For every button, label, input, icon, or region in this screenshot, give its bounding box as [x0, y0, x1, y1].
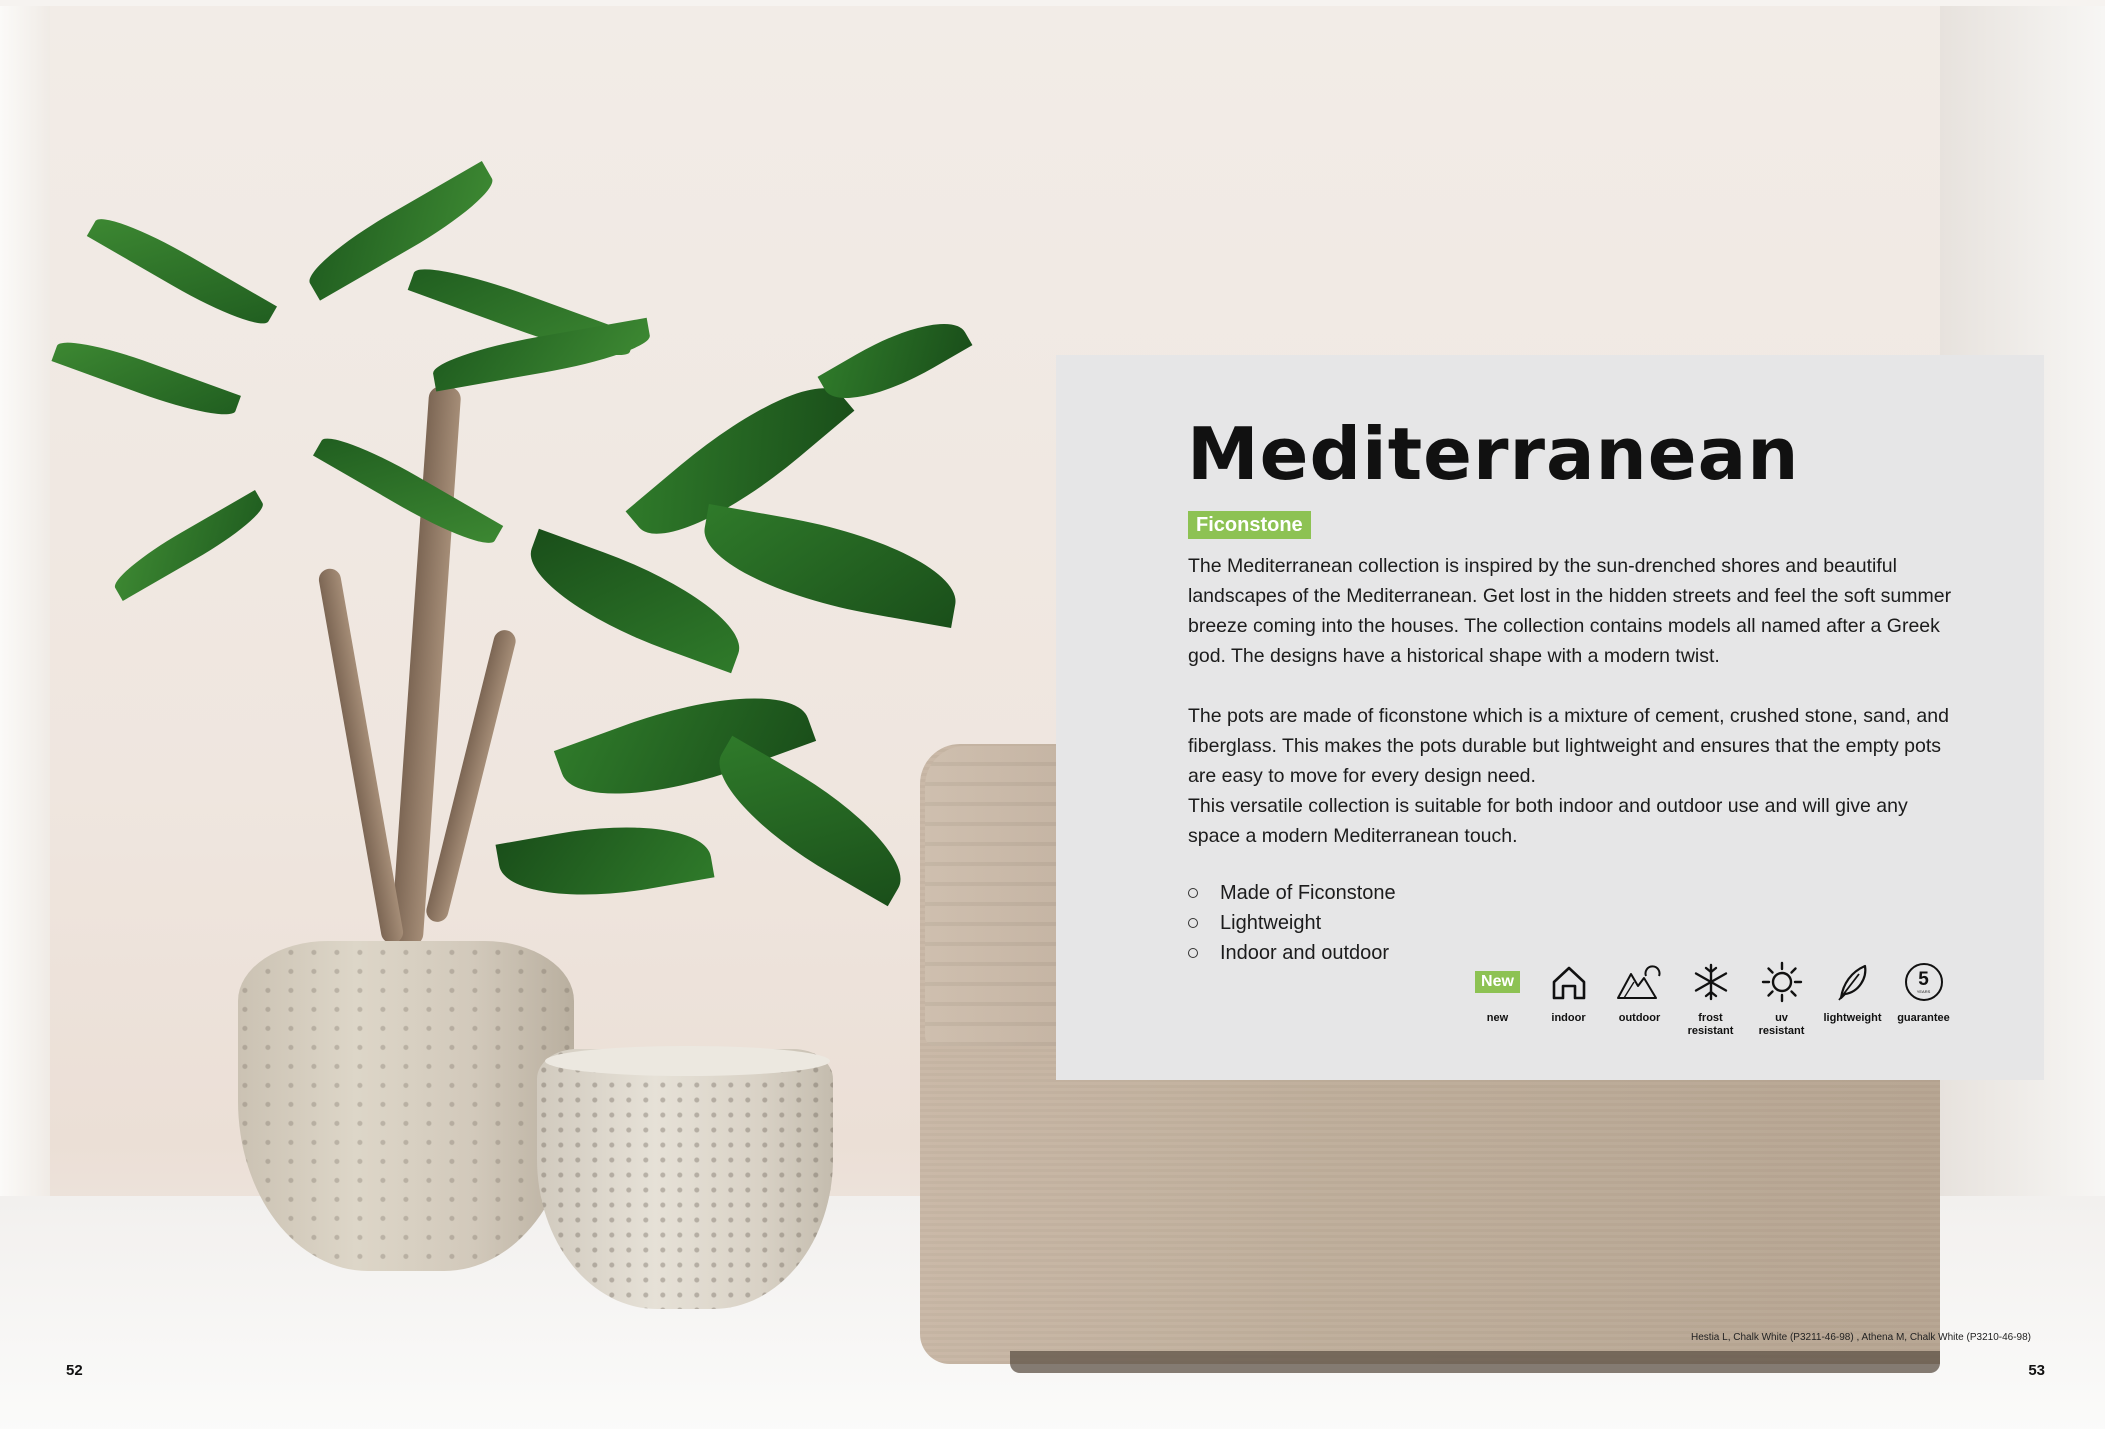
house-icon: [1549, 958, 1589, 1006]
feature-indoor: indoor: [1533, 958, 1604, 1038]
plant-frond: [51, 330, 241, 426]
bullet-icon: [1188, 918, 1198, 928]
list-item-label: Lightweight: [1220, 912, 1322, 934]
list-item: Indoor and outdoor: [1188, 938, 1396, 968]
mountain-sun-icon: [1616, 958, 1664, 1006]
bullet-icon: [1188, 888, 1198, 898]
pot-large: [238, 941, 574, 1271]
material-text: The pots are made of ficonstone which is…: [1188, 705, 1949, 787]
feature-label: new: [1486, 1012, 1509, 1024]
feature-uv-resistant: uv resistant: [1746, 958, 1817, 1038]
plant-leaf: [697, 735, 923, 907]
material-paragraph: The pots are made of ficonstone which is…: [1188, 701, 1958, 851]
photo-caption: Hestia L, Chalk White (P3211-46-98) , At…: [1691, 1332, 2031, 1343]
guarantee-number: 5: [1918, 969, 1929, 990]
plant-trunk: [317, 566, 405, 946]
feature-outdoor: outdoor: [1604, 958, 1675, 1038]
list-item: Made of Ficonstone: [1188, 878, 1396, 908]
page-number-left: 52: [66, 1362, 83, 1379]
sofa-shadow: [1010, 1351, 1940, 1373]
plant-leaf: [695, 504, 965, 628]
list-item: Lightweight: [1188, 908, 1396, 938]
page-number-right: 53: [2028, 1362, 2045, 1379]
page-title: Mediterranean: [1187, 412, 1800, 496]
guarantee-badge-icon: 5 YEARS: [1904, 963, 1943, 1001]
plant-frond: [107, 490, 270, 601]
pot-rim: [545, 1046, 830, 1076]
feature-guarantee: 5 YEARS guarantee: [1888, 958, 1959, 1038]
plant-frond: [86, 206, 277, 336]
feature-label: frost resistant: [1687, 1012, 1734, 1037]
plant-leaf: [495, 808, 715, 914]
usage-text: This versatile collection is suitable fo…: [1188, 795, 1908, 847]
new-badge: New: [1475, 971, 1520, 993]
feature-icons: New new indoor outdoor frost resistant uv…: [1462, 958, 1959, 1038]
snowflake-icon: [1691, 958, 1731, 1006]
wall-left: [0, 6, 50, 1236]
list-item-label: Indoor and outdoor: [1220, 942, 1390, 964]
feature-label: indoor: [1551, 1012, 1586, 1024]
list-item-label: Made of Ficonstone: [1220, 882, 1396, 904]
intro-paragraph: The Mediterranean collection is inspired…: [1188, 555, 1952, 667]
material-tag: Ficonstone: [1188, 511, 1311, 539]
feature-label: lightweight: [1823, 1012, 1882, 1024]
pot-medium: [537, 1049, 833, 1309]
feature-label: uv resistant: [1758, 1012, 1805, 1037]
feature-list: Made of Ficonstone Lightweight Indoor an…: [1188, 878, 1396, 968]
bullet-icon: [1188, 948, 1198, 958]
plant-frond: [313, 426, 504, 556]
feature-label: outdoor: [1618, 1012, 1661, 1024]
feature-frost-resistant: frost resistant: [1675, 958, 1746, 1038]
sun-icon: [1761, 958, 1803, 1006]
guarantee-years: YEARS: [1916, 989, 1931, 994]
feature-lightweight: lightweight: [1817, 958, 1888, 1038]
feature-label: guarantee: [1897, 1012, 1950, 1024]
feather-icon: [1833, 958, 1873, 1006]
feature-new: New new: [1462, 958, 1533, 1038]
